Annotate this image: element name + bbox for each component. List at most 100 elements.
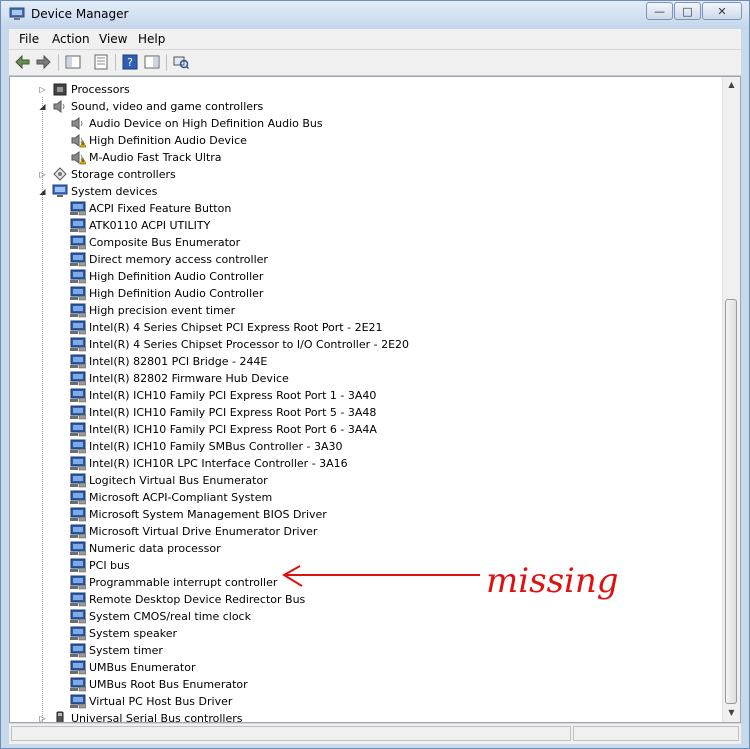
tree-device-row[interactable]: High Definition Audio Controller [10, 268, 722, 285]
expand-triangle-icon[interactable]: ▷ [38, 169, 47, 180]
forward-arrow-icon[interactable] [35, 54, 51, 70]
tree-device-row[interactable]: Intel(R) 4 Series Chipset PCI Express Ro… [10, 319, 722, 336]
minimize-button[interactable]: — [646, 2, 673, 20]
device-manager-window: Device Manager — □ ✕ File Action View He… [0, 0, 750, 749]
maximize-button[interactable]: □ [674, 2, 701, 20]
tree-item-label: High precision event timer [89, 304, 236, 317]
speaker-icon [53, 100, 65, 113]
speaker-warning-icon [71, 151, 86, 165]
expand-triangle-icon[interactable]: ▷ [38, 84, 47, 95]
tree-device-row[interactable]: Intel(R) 82802 Firmware Hub Device [10, 370, 722, 387]
svg-text:?: ? [127, 56, 133, 69]
tree-category-row[interactable]: ▷ Universal Serial Bus controllers [10, 710, 722, 722]
collapse-triangle-icon[interactable]: ◢ [38, 186, 47, 197]
system-device-icon [70, 201, 86, 216]
tree-device-row[interactable]: UMBus Root Bus Enumerator [10, 676, 722, 693]
device-manager-icon [9, 7, 25, 20]
system-device-icon [70, 388, 86, 403]
tree-item-label: M-Audio Fast Track Ultra [89, 151, 222, 164]
tree-device-row[interactable]: UMBus Enumerator [10, 659, 722, 676]
tree-category-row[interactable]: ◢ Sound, video and game controllers [10, 98, 722, 115]
tree-device-row[interactable]: PCI bus [10, 557, 722, 574]
system-device-icon [70, 371, 86, 386]
tree-device-row[interactable]: Intel(R) 82801 PCI Bridge - 244E [10, 353, 722, 370]
system-device-icon [70, 473, 86, 488]
tree-item-label: Intel(R) ICH10 Family PCI Express Root P… [89, 406, 377, 419]
tree-item-label: UMBus Root Bus Enumerator [89, 678, 248, 691]
tree-device-row[interactable]: Intel(R) ICH10 Family SMBus Controller -… [10, 438, 722, 455]
tree-device-row[interactable]: Microsoft ACPI-Compliant System [10, 489, 722, 506]
system-device-icon [70, 286, 86, 301]
tree-item-label: Intel(R) ICH10 Family SMBus Controller -… [89, 440, 343, 453]
tree-device-row[interactable]: High precision event timer [10, 302, 722, 319]
back-arrow-icon[interactable] [15, 54, 31, 70]
tree-device-row[interactable]: Intel(R) 4 Series Chipset Processor to I… [10, 336, 722, 353]
tree-device-row[interactable]: ATK0110 ACPI UTILITY [10, 217, 722, 234]
tree-category-row[interactable]: ▷ Storage controllers [10, 166, 722, 183]
tree-device-row[interactable]: Microsoft Virtual Drive Enumerator Drive… [10, 523, 722, 540]
expand-triangle-icon[interactable]: ▷ [38, 713, 47, 722]
tree-device-row[interactable]: Intel(R) ICH10 Family PCI Express Root P… [10, 404, 722, 421]
tree-device-row[interactable]: Microsoft System Management BIOS Driver [10, 506, 722, 523]
tree-device-row[interactable]: M-Audio Fast Track Ultra [10, 149, 722, 166]
tree-category-row[interactable]: ◢ System devices [10, 183, 722, 200]
help-icon[interactable]: ? [122, 54, 138, 70]
system-device-icon [70, 677, 86, 692]
tree-item-label: Intel(R) ICH10 Family PCI Express Root P… [89, 423, 377, 436]
show-hide-console-tree-icon[interactable] [65, 54, 81, 70]
tree-item-label: Microsoft ACPI-Compliant System [89, 491, 273, 504]
tree-device-row[interactable]: Intel(R) ICH10 Family PCI Express Root P… [10, 387, 722, 404]
properties-icon[interactable] [93, 54, 109, 70]
tree-device-row[interactable]: Remote Desktop Device Redirector Bus [10, 591, 722, 608]
menu-help[interactable]: Help [138, 32, 165, 46]
menu-bar: File Action View Help [9, 29, 741, 50]
scan-hardware-changes-icon[interactable] [173, 54, 189, 70]
tree-device-row[interactable]: High Definition Audio Device [10, 132, 722, 149]
toolbar-separator [166, 54, 167, 71]
tree-device-row[interactable]: System speaker [10, 625, 722, 642]
device-tree-pane[interactable]: ▷ Processors ◢ Sound, video and game contro… [9, 76, 741, 723]
scroll-up-icon[interactable]: ▲ [726, 80, 737, 91]
vertical-scrollbar[interactable]: ▲ ▼ [722, 77, 740, 722]
system-device-icon [70, 575, 86, 590]
tree-device-row[interactable]: High Definition Audio Controller [10, 285, 722, 302]
tree-category-row[interactable]: ▷ Processors [10, 81, 722, 98]
tree-device-row[interactable]: Composite Bus Enumerator [10, 234, 722, 251]
menu-action[interactable]: Action [52, 32, 90, 46]
scroll-down-icon[interactable]: ▼ [726, 708, 737, 719]
scroll-thumb[interactable] [725, 299, 737, 704]
tree-device-row[interactable]: Logitech Virtual Bus Enumerator [10, 472, 722, 489]
tree-device-row[interactable]: Numeric data processor [10, 540, 722, 557]
tree-device-row[interactable]: Audio Device on High Definition Audio Bu… [10, 115, 722, 132]
collapse-triangle-icon[interactable]: ◢ [38, 101, 47, 112]
tree-item-label: UMBus Enumerator [89, 661, 196, 674]
tree-device-row[interactable]: Intel(R) ICH10 Family PCI Express Root P… [10, 421, 722, 438]
tree-item-label: ACPI Fixed Feature Button [89, 202, 232, 215]
tree-device-row[interactable]: Intel(R) ICH10R LPC Interface Controller… [10, 455, 722, 472]
tree-item-label: Sound, video and game controllers [71, 100, 264, 113]
system-device-icon [70, 235, 86, 250]
action-pane-icon[interactable] [144, 54, 160, 70]
tree-device-row[interactable]: System CMOS/real time clock [10, 608, 722, 625]
tree-item-label: High Definition Audio Device [89, 134, 247, 147]
tree-item-label: PCI bus [89, 559, 130, 572]
title-bar[interactable]: Device Manager — □ ✕ [1, 1, 749, 29]
toolbar-separator [58, 54, 59, 71]
usb-icon [56, 711, 64, 722]
system-device-icon [70, 303, 86, 318]
tree-item-label: Microsoft System Management BIOS Driver [89, 508, 327, 521]
tree-device-row[interactable]: System timer [10, 642, 722, 659]
tree-item-label: Logitech Virtual Bus Enumerator [89, 474, 268, 487]
menu-view[interactable]: View [99, 32, 127, 46]
tree-device-row[interactable]: ACPI Fixed Feature Button [10, 200, 722, 217]
close-button[interactable]: ✕ [702, 2, 742, 20]
speaker-icon [71, 117, 83, 130]
menu-file[interactable]: File [19, 32, 39, 46]
tree-device-row[interactable]: Programmable interrupt controller [10, 574, 722, 591]
tree-item-label: System CMOS/real time clock [89, 610, 251, 623]
tree-device-row[interactable]: Virtual PC Host Bus Driver [10, 693, 722, 710]
tree-item-label: Microsoft Virtual Drive Enumerator Drive… [89, 525, 318, 538]
tree-device-row[interactable]: Direct memory access controller [10, 251, 722, 268]
tree-item-label: Intel(R) 82801 PCI Bridge - 244E [89, 355, 268, 368]
system-device-icon [70, 643, 86, 658]
